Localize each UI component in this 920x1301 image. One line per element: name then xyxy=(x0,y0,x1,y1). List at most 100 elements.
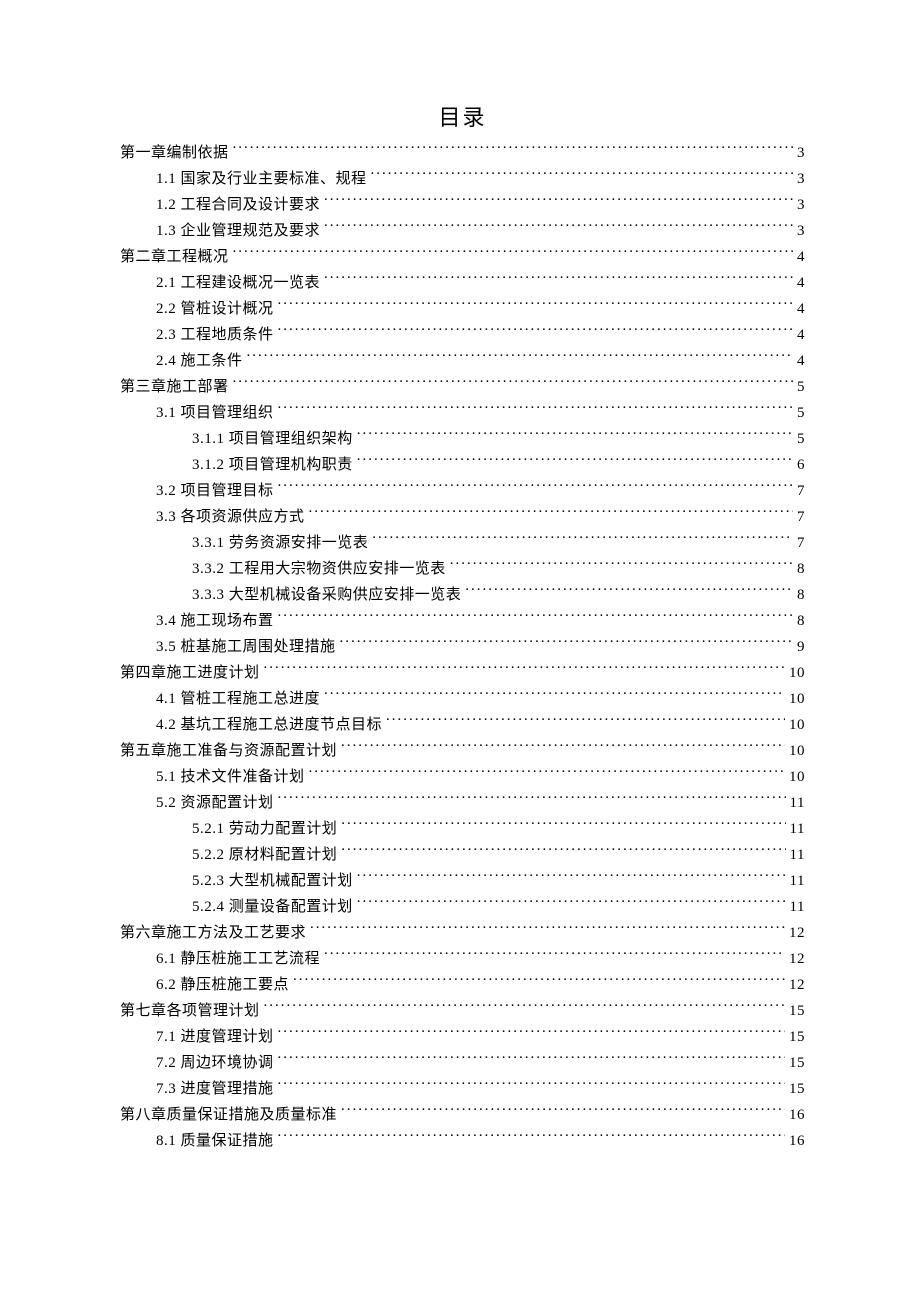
toc-entry-page: 9 xyxy=(797,634,805,660)
toc-leader-dots xyxy=(247,350,793,365)
toc-entry-page: 7 xyxy=(797,530,805,556)
toc-leader-dots xyxy=(341,844,785,859)
toc-entry-page: 11 xyxy=(790,790,805,816)
toc-entry-label: 第一章编制依据 xyxy=(120,140,229,166)
toc-entry-page: 15 xyxy=(789,1076,805,1102)
toc-entry-page: 4 xyxy=(797,244,805,270)
toc-entry-page: 3 xyxy=(797,166,805,192)
toc-entry: 1.3 企业管理规范及要求3 xyxy=(120,218,805,244)
toc-entry-label: 3.3.2 工程用大宗物资供应安排一览表 xyxy=(192,556,446,582)
toc-leader-dots xyxy=(310,922,785,937)
toc-leader-dots xyxy=(293,974,785,989)
toc-entry: 5.2.4 测量设备配置计划 11 xyxy=(120,894,805,920)
toc-entry: 5.2.3 大型机械配置计划11 xyxy=(120,868,805,894)
toc-entry-page: 5 xyxy=(797,400,805,426)
toc-entry: 5.1 技术文件准备计划10 xyxy=(120,764,805,790)
toc-entry: 3.4 施工现场布置8 xyxy=(120,608,805,634)
toc-entry-label: 5.2.1 劳动力配置计划 xyxy=(192,816,337,842)
toc-entry-page: 7 xyxy=(797,478,805,504)
toc-entry-label: 1.3 企业管理规范及要求 xyxy=(156,218,320,244)
toc-entry: 3.2 项目管理目标7 xyxy=(120,478,805,504)
toc-entry-page: 12 xyxy=(789,972,805,998)
toc-leader-dots xyxy=(372,532,793,547)
toc-container: 第一章编制依据31.1 国家及行业主要标准、规程31.2 工程合同及设计要求31… xyxy=(120,140,805,1154)
toc-entry-label: 7.1 进度管理计划 xyxy=(156,1024,274,1050)
toc-entry: 5.2 资源配置计划 11 xyxy=(120,790,805,816)
toc-entry-page: 3 xyxy=(797,192,805,218)
toc-entry-page: 15 xyxy=(789,1024,805,1050)
toc-entry: 3.3.1 劳务资源安排一览表7 xyxy=(120,530,805,556)
toc-leader-dots xyxy=(278,1130,785,1145)
toc-entry-page: 11 xyxy=(790,894,805,920)
toc-entry-page: 10 xyxy=(789,660,805,686)
toc-leader-dots xyxy=(386,714,785,729)
toc-leader-dots xyxy=(233,376,793,391)
toc-entry-page: 8 xyxy=(797,608,805,634)
toc-entry: 1.1 国家及行业主要标准、规程3 xyxy=(120,166,805,192)
toc-entry: 7.1 进度管理计划 15 xyxy=(120,1024,805,1050)
toc-entry-label: 3.5 桩基施工周围处理措施 xyxy=(156,634,336,660)
toc-entry-page: 10 xyxy=(789,686,805,712)
toc-entry: 3.1.2 项目管理机构职责6 xyxy=(120,452,805,478)
toc-leader-dots xyxy=(278,402,793,417)
toc-leader-dots xyxy=(357,454,793,469)
toc-entry-page: 8 xyxy=(797,582,805,608)
toc-entry-label: 3.1 项目管理组织 xyxy=(156,400,274,426)
toc-leader-dots xyxy=(278,480,793,495)
toc-leader-dots xyxy=(278,792,786,807)
toc-leader-dots xyxy=(341,1104,785,1119)
toc-entry-label: 3.1.1 项目管理组织架构 xyxy=(192,426,353,452)
toc-entry: 6.2 静压桩施工要点12 xyxy=(120,972,805,998)
toc-entry-page: 10 xyxy=(789,738,805,764)
toc-entry-label: 5.2 资源配置计划 xyxy=(156,790,274,816)
toc-leader-dots xyxy=(465,584,793,599)
toc-entry-label: 3.1.2 项目管理机构职责 xyxy=(192,452,353,478)
toc-entry-page: 12 xyxy=(789,920,805,946)
toc-entry-label: 4.1 管桩工程施工总进度 xyxy=(156,686,320,712)
toc-entry-page: 4 xyxy=(797,322,805,348)
toc-entry-page: 11 xyxy=(790,842,805,868)
toc-entry-label: 第八章质量保证措施及质量标准 xyxy=(120,1102,337,1128)
toc-entry: 第三章施工部署5 xyxy=(120,374,805,400)
toc-leader-dots xyxy=(264,662,785,677)
toc-entry-page: 5 xyxy=(797,374,805,400)
toc-entry-label: 3.3 各项资源供应方式 xyxy=(156,504,305,530)
toc-entry: 3.3.3 大型机械设备采购供应安排一览表 8 xyxy=(120,582,805,608)
toc-leader-dots xyxy=(324,272,793,287)
toc-entry-label: 3.3.3 大型机械设备采购供应安排一览表 xyxy=(192,582,461,608)
toc-entry: 第七章各项管理计划15 xyxy=(120,998,805,1024)
toc-leader-dots xyxy=(357,896,786,911)
toc-entry-label: 6.1 静压桩施工工艺流程 xyxy=(156,946,320,972)
toc-entry: 3.3 各项资源供应方式7 xyxy=(120,504,805,530)
toc-leader-dots xyxy=(324,220,793,235)
toc-entry-page: 5 xyxy=(797,426,805,452)
toc-entry: 5.2.2 原材料配置计划 11 xyxy=(120,842,805,868)
toc-entry-page: 11 xyxy=(790,816,805,842)
toc-entry-label: 5.2.4 测量设备配置计划 xyxy=(192,894,353,920)
toc-entry-label: 2.1 工程建设概况一览表 xyxy=(156,270,320,296)
toc-entry: 6.1 静压桩施工工艺流程12 xyxy=(120,946,805,972)
toc-entry-label: 5.2.3 大型机械配置计划 xyxy=(192,868,353,894)
toc-entry-label: 2.4 施工条件 xyxy=(156,348,243,374)
toc-entry-label: 7.3 进度管理措施 xyxy=(156,1076,274,1102)
toc-leader-dots xyxy=(278,298,793,313)
toc-entry: 第二章工程概况 4 xyxy=(120,244,805,270)
toc-entry: 第八章质量保证措施及质量标准16 xyxy=(120,1102,805,1128)
toc-leader-dots xyxy=(278,1078,785,1093)
toc-leader-dots xyxy=(357,870,786,885)
toc-leader-dots xyxy=(341,818,785,833)
toc-entry-label: 1.2 工程合同及设计要求 xyxy=(156,192,320,218)
toc-entry-label: 第二章工程概况 xyxy=(120,244,229,270)
toc-leader-dots xyxy=(371,168,793,183)
document-page: 目录 第一章编制依据31.1 国家及行业主要标准、规程31.2 工程合同及设计要… xyxy=(0,0,920,1301)
toc-entry-page: 3 xyxy=(797,140,805,166)
toc-leader-dots xyxy=(341,740,785,755)
toc-leader-dots xyxy=(233,142,793,157)
toc-entry-label: 5.2.2 原材料配置计划 xyxy=(192,842,337,868)
toc-entry: 3.1 项目管理组织 5 xyxy=(120,400,805,426)
toc-entry: 第五章施工准备与资源配置计划10 xyxy=(120,738,805,764)
toc-entry: 3.5 桩基施工周围处理措施 9 xyxy=(120,634,805,660)
toc-leader-dots xyxy=(357,428,793,443)
toc-entry-page: 8 xyxy=(797,556,805,582)
toc-entry-page: 16 xyxy=(789,1128,805,1154)
